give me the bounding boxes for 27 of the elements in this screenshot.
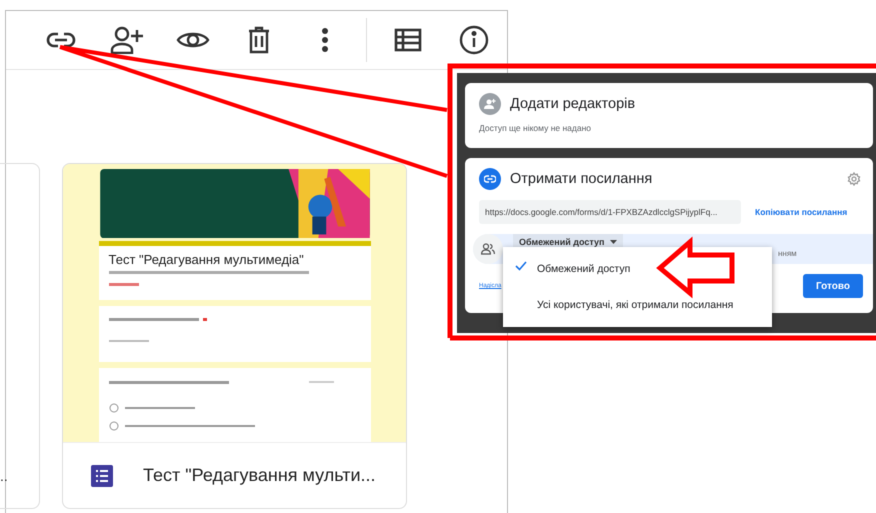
link-icon[interactable] xyxy=(46,32,76,48)
card-title: Отримати посилання xyxy=(510,171,652,187)
form-card[interactable]: Тест "Редагування мультимедіа" Тест "Редагування мульти... xyxy=(62,163,407,509)
form-card[interactable]: .. xyxy=(0,163,40,509)
trash-icon[interactable] xyxy=(248,26,270,54)
form-title: Тест "Редагування мультимедіа" xyxy=(108,252,305,268)
menu-item[interactable]: Обмежений доступ xyxy=(503,251,772,287)
add-person-icon[interactable] xyxy=(110,26,144,54)
access-note: нням xyxy=(778,249,797,258)
link-icon xyxy=(479,168,501,190)
more-icon[interactable] xyxy=(321,27,329,53)
done-button[interactable]: Готово xyxy=(803,274,863,298)
copy-link[interactable]: Копіювати посилання xyxy=(755,207,848,217)
menu-item[interactable]: Усі користувачі, які отримали посилання xyxy=(503,287,772,323)
access-status: Доступ ще нікому не надано xyxy=(479,123,592,133)
settings-icon[interactable] xyxy=(847,172,861,186)
info-icon[interactable] xyxy=(458,25,489,55)
editors-card[interactable]: Додати редакторів Доступ ще нікому не надано xyxy=(465,83,873,148)
card-title: Додати редакторів xyxy=(510,96,636,112)
add-person-icon xyxy=(479,93,501,115)
form-icon xyxy=(91,464,113,486)
link-field[interactable]: https://docs.google.com/forms/d/1-FPXBZAzdlcclgSPijyplFq... xyxy=(479,200,741,224)
card-title: Тест "Редагування мульти... xyxy=(143,465,376,486)
caret-icon xyxy=(610,240,618,244)
list-icon[interactable] xyxy=(394,28,422,52)
card-title: .. xyxy=(0,468,8,484)
check-icon xyxy=(515,261,527,271)
